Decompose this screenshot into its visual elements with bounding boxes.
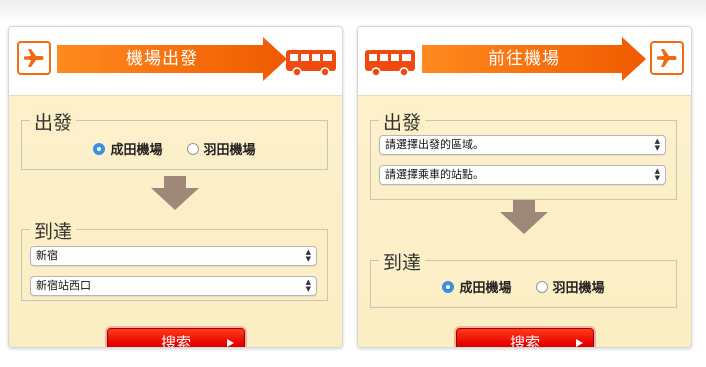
select-arrows-icon: ▲ ▼ — [654, 167, 660, 182]
play-icon — [576, 339, 583, 347]
panel-body: 出發 成田機場 羽田機場 到達 新宿 ▲ ▼ 新宿站西口 ▲ ▼ 搜索 — [9, 96, 342, 348]
down-arrow-icon — [149, 176, 201, 214]
search-button[interactable]: 搜索 — [456, 328, 594, 348]
radio-label: 羽田機場 — [552, 281, 605, 296]
radio-haneda[interactable]: 羽田機場 — [186, 139, 256, 158]
search-button-label: 搜索 — [160, 334, 191, 348]
banner-title: 前往機場 — [488, 49, 560, 69]
search-button[interactable]: 搜索 — [107, 328, 245, 348]
radio-narita[interactable]: 成田機場 — [93, 139, 163, 158]
arrival-fieldset: 到達 新宿 ▲ ▼ 新宿站西口 ▲ ▼ — [21, 217, 328, 301]
area-select-value: 新宿 — [36, 249, 58, 262]
arrival-fieldset: 到達 成田機場 羽田機場 — [370, 248, 677, 308]
panel-body: 出發 請選擇出發的區域。 ▲ ▼ 請選擇乘車的站點。 ▲ ▼ 到達 成田機場 羽… — [358, 96, 691, 348]
top-shade — [0, 0, 706, 22]
airport-departure-panel: 機場出發 出發 成田機場 羽田機場 到達 新宿 ▲ ▼ 新宿站西口 ▲ ▼ 搜索 — [8, 26, 343, 348]
departure-legend: 出發 — [30, 108, 77, 135]
to-airport-panel: 前往機場 出發 請選擇出發的區域。 ▲ ▼ 請選擇乘車的站點。 ▲ ▼ 到達 成… — [357, 26, 692, 348]
radio-button[interactable] — [186, 142, 199, 155]
banner-title: 機場出發 — [126, 49, 198, 69]
stop-select-value: 新宿站西口 — [36, 279, 91, 292]
bus-icon — [364, 48, 416, 82]
direction-banner: 前往機場 — [422, 37, 646, 81]
radio-haneda[interactable]: 羽田機場 — [535, 277, 605, 296]
direction-banner: 機場出發 — [57, 37, 287, 81]
airplane-icon — [17, 41, 51, 75]
select-arrows-icon: ▲ ▼ — [305, 248, 311, 263]
departure-fieldset: 出發 成田機場 羽田機場 — [21, 108, 328, 170]
radio-label: 成田機場 — [110, 143, 163, 158]
area-select-value: 請選擇出發的區域。 — [385, 138, 484, 151]
area-select[interactable]: 新宿 ▲ ▼ — [30, 246, 317, 266]
arrival-radio-group: 成田機場 羽田機場 — [371, 277, 676, 296]
stop-select-value: 請選擇乘車的站點。 — [385, 168, 484, 181]
play-icon — [227, 339, 234, 347]
area-select[interactable]: 請選擇出發的區域。 ▲ ▼ — [379, 135, 666, 155]
select-arrows-icon: ▲ ▼ — [654, 137, 660, 152]
radio-label: 成田機場 — [459, 281, 512, 296]
bus-icon — [285, 48, 337, 82]
departure-radio-group: 成田機場 羽田機場 — [22, 139, 327, 158]
departure-fieldset: 出發 請選擇出發的區域。 ▲ ▼ 請選擇乘車的站點。 ▲ ▼ — [370, 108, 677, 200]
arrival-legend: 到達 — [379, 248, 426, 275]
stop-select[interactable]: 請選擇乘車的站點。 ▲ ▼ — [379, 165, 666, 185]
radio-button[interactable] — [535, 280, 548, 293]
panel-header: 前往機場 — [358, 27, 691, 96]
stop-select[interactable]: 新宿站西口 ▲ ▼ — [30, 276, 317, 296]
airplane-icon — [650, 41, 684, 75]
departure-legend: 出發 — [379, 108, 426, 135]
search-button-label: 搜索 — [509, 334, 540, 348]
down-arrow-icon — [498, 200, 550, 238]
radio-label: 羽田機場 — [203, 143, 256, 158]
arrival-legend: 到達 — [30, 217, 77, 244]
radio-button-selected[interactable] — [442, 280, 455, 293]
panel-header: 機場出發 — [9, 27, 342, 96]
radio-narita[interactable]: 成田機場 — [442, 277, 512, 296]
radio-button-selected[interactable] — [93, 142, 106, 155]
select-arrows-icon: ▲ ▼ — [305, 278, 311, 293]
